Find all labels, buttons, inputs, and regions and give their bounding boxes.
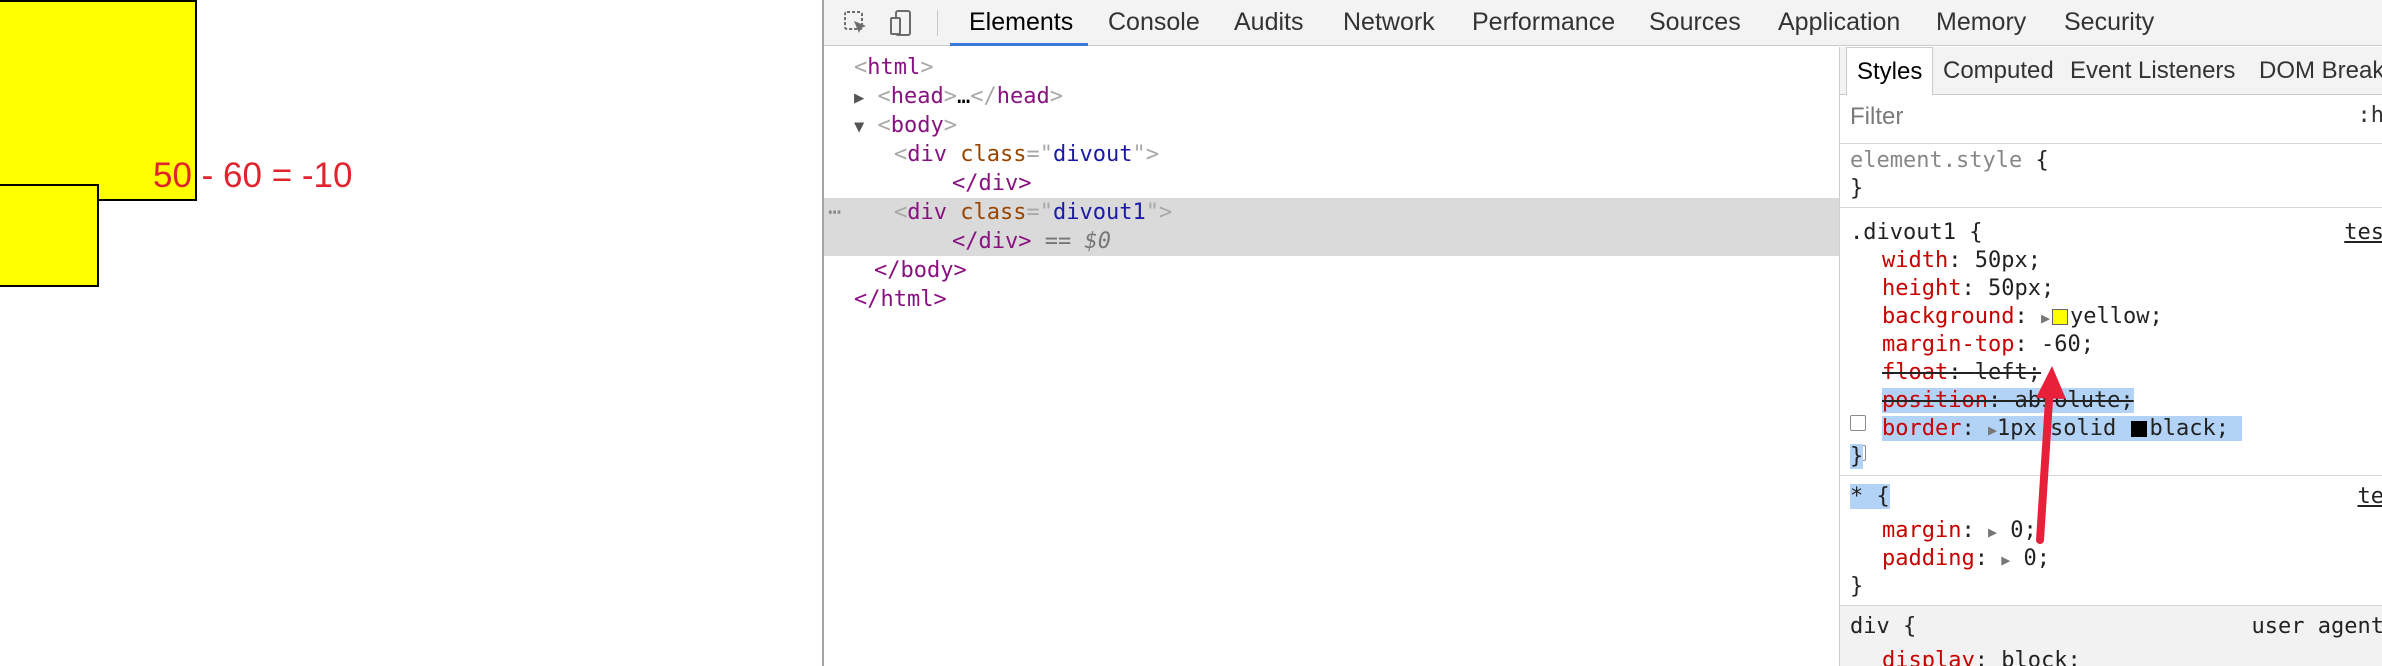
active-tab-indicator [950, 43, 1088, 46]
tab-security[interactable]: Security [2064, 0, 2154, 46]
decl-width[interactable]: width: 50px; [1882, 247, 2041, 275]
expand-triangle-icon[interactable]: ▶ [2041, 309, 2050, 327]
decl-padding[interactable]: padding: ▶ 0; [1882, 545, 2050, 573]
rule-universal-source-link[interactable]: te [2358, 483, 2382, 511]
decl-display[interactable]: display: block; [1882, 647, 2081, 666]
divout1-box [0, 184, 99, 287]
tree-node-divout1-selected[interactable]: ⋯ <div class="divout1"> [824, 198, 1839, 227]
rendered-page: 50 - 60 = -10 [0, 0, 822, 666]
decl-float-disabled[interactable]: float: left; [1882, 359, 2041, 387]
tree-node-divout[interactable]: <div class="divout"> [894, 140, 1159, 169]
annotation-formula: 50 - 60 = -10 [153, 152, 352, 200]
formula-rest: - 60 = -10 [191, 156, 353, 195]
device-toggle-icon[interactable] [888, 9, 916, 37]
formula-highlight: 50 [153, 156, 192, 195]
hover-state-toggle[interactable]: :h [2358, 103, 2382, 128]
node-actions-icon[interactable]: ⋯ [828, 198, 841, 227]
devtools-panel: Elements Console Audits Network Performa… [822, 0, 2382, 666]
decl-background[interactable]: background: ▶ yellow; [1882, 303, 2163, 331]
element-style-close: } [1850, 176, 1864, 201]
tab-sources[interactable]: Sources [1649, 0, 1741, 46]
styles-pane: Styles Computed Event Listeners DOM Brea… [1840, 47, 2382, 666]
expand-triangle-icon[interactable]: ▶ [1988, 421, 1997, 439]
tab-network[interactable]: Network [1343, 0, 1435, 46]
rule-div-selector[interactable]: div { [1850, 613, 1916, 641]
toolbar-separator [937, 10, 938, 36]
color-swatch-yellow[interactable] [2051, 309, 2068, 325]
tree-node-html[interactable]: <html> [854, 53, 933, 82]
rule-universal-selector[interactable]: * { [1850, 483, 1890, 511]
subtab-computed[interactable]: Computed [1943, 47, 2054, 94]
tree-node-divout1-close[interactable]: </div> == $0 [824, 227, 1839, 256]
selected-node-marker: == $0 [1044, 229, 1111, 254]
subtab-dom-breakpoints[interactable]: DOM Break [2259, 47, 2382, 94]
tab-console[interactable]: Console [1108, 0, 1200, 46]
rule-divout1-source-link[interactable]: tes [2344, 219, 2382, 247]
decl-margin-top[interactable]: margin-top: -60; [1882, 331, 2094, 359]
tree-node-body[interactable]: ▼ <body> [854, 111, 957, 140]
styles-filter-input[interactable]: Filter [1850, 103, 1903, 131]
tab-performance[interactable]: Performance [1472, 0, 1615, 46]
rule-div-source-label: user agent [2251, 614, 2382, 639]
expand-triangle-icon[interactable]: ▶ [1988, 523, 1997, 541]
rule-divout1-selector[interactable]: .divout1 { [1850, 219, 1982, 247]
decl-height[interactable]: height: 50px; [1882, 275, 2054, 303]
tab-application[interactable]: Application [1778, 0, 1900, 46]
tree-node-html-close: </html> [854, 287, 947, 312]
styles-subtabs: Styles Computed Event Listeners DOM Brea… [1840, 47, 2382, 95]
devtools-toolbar: Elements Console Audits Network Performa… [824, 0, 2382, 46]
element-style-selector[interactable]: element.style { [1850, 147, 2049, 175]
rule-universal-close: } [1850, 574, 1864, 599]
collapse-triangle-icon[interactable]: ▼ [854, 117, 864, 137]
decl-margin[interactable]: margin: ▶ 0; [1882, 517, 2037, 545]
inspect-element-icon[interactable] [842, 9, 870, 37]
subtab-styles[interactable]: Styles [1846, 47, 1934, 95]
tab-elements[interactable]: Elements [969, 0, 1073, 46]
color-swatch-black[interactable] [2131, 421, 2148, 437]
expand-triangle-icon[interactable]: ▶ [854, 88, 864, 108]
rule-divout1-close: } [1850, 444, 1864, 469]
tree-node-head[interactable]: ▶ <head>…</head> [854, 82, 1063, 111]
tab-audits[interactable]: Audits [1234, 0, 1303, 46]
decl-border[interactable]: border: ▶1px solid black; [1882, 415, 2243, 443]
elements-tree: <html> ▶ <head>…</head> ▼ <body> <div cl… [824, 47, 1840, 666]
expand-triangle-icon[interactable]: ▶ [2001, 551, 2010, 569]
toggle-float-checkbox[interactable] [1850, 415, 1866, 431]
divider [1840, 207, 2382, 208]
tree-node-divout-close: </div> [952, 171, 1032, 196]
decl-position-disabled[interactable]: position: absolute; [1882, 387, 2134, 415]
tree-node-body-close: </body> [874, 258, 967, 283]
divider [1840, 143, 2382, 144]
subtab-event-listeners[interactable]: Event Listeners [2070, 47, 2235, 94]
divider [1840, 475, 2382, 476]
tab-memory[interactable]: Memory [1936, 0, 2026, 46]
